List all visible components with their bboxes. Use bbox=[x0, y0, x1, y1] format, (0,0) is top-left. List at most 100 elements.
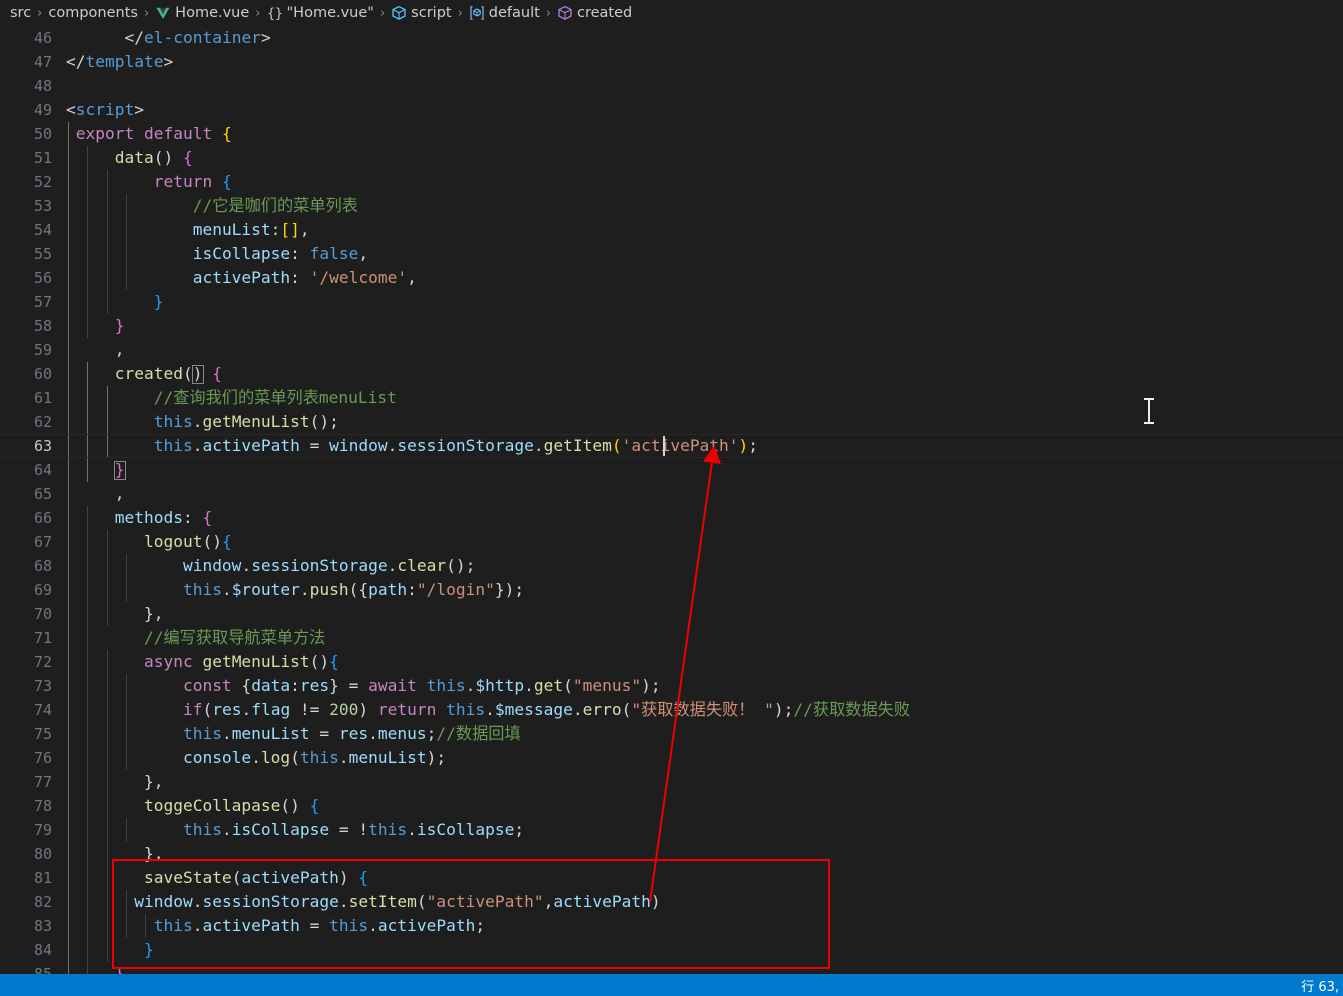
code-text: } bbox=[66, 938, 154, 962]
code-token: > bbox=[134, 100, 144, 119]
indent-guide bbox=[126, 674, 127, 770]
code-line[interactable]: 49 <script> bbox=[0, 98, 1343, 122]
code-line[interactable]: 48 bbox=[0, 74, 1343, 98]
code-line[interactable]: 57 } bbox=[0, 290, 1343, 314]
code-token: script bbox=[75, 100, 135, 119]
indent-guide bbox=[87, 506, 88, 974]
code-line[interactable]: 47 </template> bbox=[0, 50, 1343, 74]
code-line[interactable]: 50 export default { bbox=[0, 122, 1343, 146]
code-line[interactable]: 81 saveState(activePath) { bbox=[0, 866, 1343, 890]
code-editor[interactable]: 46 </el-container> 47 </template> 48 49 <scri… bbox=[0, 26, 1343, 974]
code-token: console bbox=[182, 748, 252, 767]
code-line[interactable]: 72 async getMenuList(){ bbox=[0, 650, 1343, 674]
code-token: } = bbox=[329, 676, 369, 695]
code-line[interactable]: 64 } bbox=[0, 458, 1343, 482]
code-line[interactable]: 82 window.sessionStorage.setItem("active… bbox=[0, 890, 1343, 914]
code-line[interactable]: 62 this.getMenuList(); bbox=[0, 410, 1343, 434]
breadcrumb-item-components[interactable]: components bbox=[48, 5, 138, 21]
code-token: template bbox=[85, 52, 164, 71]
code-token: , bbox=[358, 244, 369, 263]
code-token: sessionStorage bbox=[251, 556, 388, 575]
code-line[interactable]: 80 }, bbox=[0, 842, 1343, 866]
code-line[interactable]: 83 this.activePath = this.activePath; bbox=[0, 914, 1343, 938]
breadcrumb-item-created[interactable]: created bbox=[557, 5, 632, 21]
breadcrumb[interactable]: src › components › Home.vue › {} "Home.vue" › scr… bbox=[0, 0, 1343, 26]
code-token: . bbox=[221, 820, 232, 839]
code-token: ); bbox=[426, 748, 447, 767]
code-token: "menus" bbox=[572, 676, 642, 695]
code-token: . bbox=[221, 580, 232, 599]
breadcrumb-item-label: created bbox=[577, 5, 633, 21]
code-line[interactable]: 53 //它是咖们的菜单列表 bbox=[0, 194, 1343, 218]
code-line[interactable]: 84 } bbox=[0, 938, 1343, 962]
code-line[interactable]: 77 }, bbox=[0, 770, 1343, 794]
code-token: { bbox=[212, 364, 222, 383]
breadcrumb-item-home-vue[interactable]: {} "Home.vue" bbox=[267, 5, 374, 21]
status-cursor-position[interactable]: 行 63, bbox=[1301, 976, 1339, 995]
code-token: this bbox=[329, 916, 369, 935]
code-line[interactable]: 54 menuList:[], bbox=[0, 218, 1343, 242]
code-token: ) bbox=[738, 436, 749, 455]
code-token: activePath bbox=[202, 916, 300, 935]
code-token: res bbox=[338, 724, 369, 743]
code-line[interactable]: 56 activePath: '/welcome', bbox=[0, 266, 1343, 290]
code-token: push bbox=[309, 580, 349, 599]
code-line[interactable]: 74 if(res.flag != 200) return this.$mess… bbox=[0, 698, 1343, 722]
code-text: const {data:res} = await this.$http.get(… bbox=[66, 674, 661, 698]
code-line[interactable]: 79 this.isCollapse = !this.isCollapse; bbox=[0, 818, 1343, 842]
code-token: '/welcome' bbox=[309, 268, 408, 287]
code-text: if(res.flag != 200) return this.$message… bbox=[66, 698, 910, 722]
code-line[interactable]: 52 return { bbox=[0, 170, 1343, 194]
code-line[interactable]: 63 this.activePath = window.sessionStora… bbox=[0, 434, 1343, 458]
code-line[interactable]: 68 window.sessionStorage.clear(); bbox=[0, 554, 1343, 578]
breadcrumb-item-script[interactable]: script bbox=[391, 5, 452, 21]
breadcrumb-item-home-vue[interactable]: Home.vue bbox=[155, 5, 249, 21]
status-bar[interactable]: 行 63, bbox=[0, 974, 1343, 996]
code-token: : bbox=[182, 508, 203, 527]
code-line[interactable]: 66 methods: { bbox=[0, 506, 1343, 530]
code-token: </ bbox=[66, 52, 86, 71]
code-token: , bbox=[299, 220, 310, 239]
code-line[interactable]: 85 } bbox=[0, 962, 1343, 974]
code-line[interactable]: 76 console.log(this.menuList); bbox=[0, 746, 1343, 770]
breadcrumb-item-src[interactable]: src bbox=[10, 5, 31, 21]
code-token: setItem bbox=[348, 892, 417, 911]
code-token: } bbox=[143, 940, 154, 959]
code-line[interactable]: 61 //查询我们的菜单列表menuList bbox=[0, 386, 1343, 410]
indent-guide bbox=[145, 914, 146, 938]
code-line[interactable]: 59 , bbox=[0, 338, 1343, 362]
code-line[interactable]: 75 this.menuList = res.menus;//数据回填 bbox=[0, 722, 1343, 746]
code-token: get bbox=[533, 676, 564, 695]
code-line[interactable]: 51 data() { bbox=[0, 146, 1343, 170]
code-line[interactable]: 58 } bbox=[0, 314, 1343, 338]
code-token: this bbox=[153, 916, 193, 935]
code-token: $message bbox=[494, 700, 573, 719]
code-line[interactable]: 73 const {data:res} = await this.$http.g… bbox=[0, 674, 1343, 698]
code-line[interactable]: 65 , bbox=[0, 482, 1343, 506]
code-line[interactable]: 78 toggeCollapase() { bbox=[0, 794, 1343, 818]
code-line[interactable]: 67 logout(){ bbox=[0, 530, 1343, 554]
indent-guide bbox=[107, 530, 108, 626]
code-line[interactable]: 69 this.$router.push({path:"/login"}); bbox=[0, 578, 1343, 602]
code-text: <script> bbox=[66, 98, 144, 122]
line-number: 68 bbox=[33, 557, 52, 575]
line-number: 74 bbox=[33, 701, 52, 719]
code-line[interactable]: 55 isCollapse: false, bbox=[0, 242, 1343, 266]
code-line[interactable]: 60 created() { bbox=[0, 362, 1343, 386]
breadcrumb-item-default[interactable]: default bbox=[469, 5, 540, 21]
code-token: : bbox=[290, 268, 310, 287]
text-caret bbox=[663, 436, 666, 456]
code-line[interactable]: 70 }, bbox=[0, 602, 1343, 626]
code-token: () bbox=[280, 796, 310, 815]
breadcrumb-item-label: default bbox=[488, 5, 540, 21]
code-line[interactable]: 71 //编写获取导航菜单方法 bbox=[0, 626, 1343, 650]
code-token: $http bbox=[475, 676, 525, 695]
code-line[interactable]: 46 </el-container> bbox=[0, 26, 1343, 50]
line-number: 73 bbox=[33, 677, 52, 695]
